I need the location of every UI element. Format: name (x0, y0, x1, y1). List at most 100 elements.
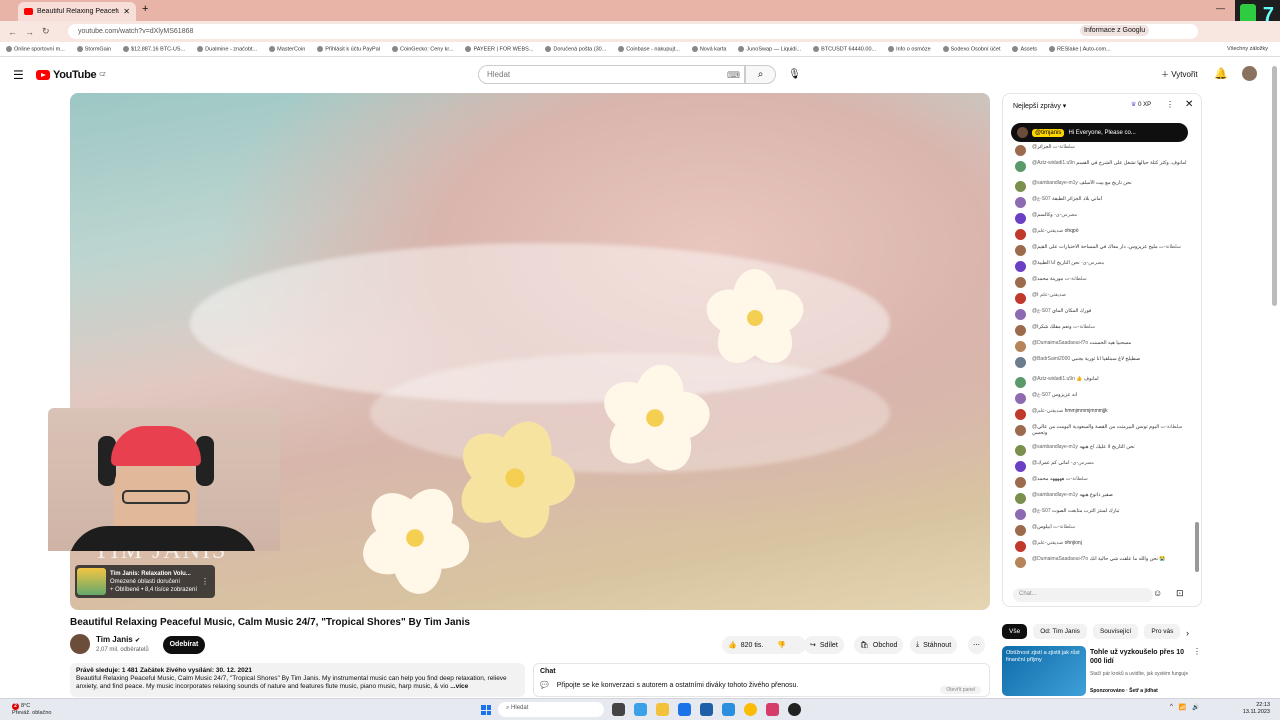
mini-video-card[interactable]: Tim Janis: Relaxation Volu... Omezené ob… (75, 565, 215, 598)
chevron-right-icon[interactable]: › (1186, 628, 1189, 638)
chat-author[interactable]: @Aziz-widadi1.u9n (1032, 160, 1075, 166)
taskbar-search[interactable]: ⌕ Hledat (498, 702, 604, 717)
bookmark-item[interactable]: Doručená pošta (30... (545, 45, 606, 52)
bookmark-item[interactable]: Přihlásit k účtu PayPal (317, 45, 380, 52)
show-more-link[interactable]: ...více (450, 683, 468, 690)
chat-message[interactable]: @sambandlaye-m1y نحن التاريخ لا عليك اخ … (1003, 444, 1193, 460)
keyboard-icon[interactable]: ⌨ (727, 70, 740, 81)
chat-author[interactable]: @ع-S07 (1032, 196, 1051, 202)
open-panel-button[interactable]: Otevřít panel (940, 686, 981, 694)
account-avatar[interactable] (1242, 66, 1257, 81)
store-icon[interactable] (700, 703, 713, 716)
bookmark-item[interactable]: MasterCoin (269, 45, 305, 52)
download-button[interactable]: ⤓ Stáhnout (910, 636, 958, 654)
bookmark-item[interactable]: Nová karta (691, 45, 726, 52)
chat-message[interactable]: @ع-S07 أماني بلاد الجزائر الطبقة (1003, 196, 1193, 212)
bookmark-item[interactable]: RESlake | Auto-com... (1049, 45, 1111, 52)
channel-name[interactable]: Tim Janis ✔ (96, 635, 140, 644)
chat-message[interactable]: @سلطانة-ت أبيلوس (1003, 524, 1193, 540)
close-chat-icon[interactable]: ✕ (1185, 99, 1193, 110)
chat-message[interactable]: @سلطانة-ت الجزائر (1003, 144, 1193, 160)
filter-chip[interactable]: Související (1092, 624, 1139, 639)
copilot-icon[interactable] (634, 703, 647, 716)
chat-author[interactable]: @sambandlaye-m1y (1032, 492, 1078, 498)
chat-message[interactable]: @سلطانة-ت هههههه محمد (1003, 476, 1193, 492)
notifications-icon[interactable]: 🔔 (1214, 67, 1228, 80)
chat-message[interactable]: @Aziz-widadi1.u9n 👍 امانوف (1003, 376, 1193, 392)
like-icon[interactable]: 👍 (728, 641, 737, 649)
chat-scrollbar[interactable] (1195, 118, 1200, 580)
chat-author[interactable]: @DumaimaSaadaoui-f7o (1032, 340, 1088, 346)
bookmark-item[interactable]: Assets (1012, 45, 1037, 52)
start-icon[interactable] (481, 705, 491, 715)
chrome-icon[interactable] (744, 703, 757, 716)
chat-message[interactable]: @صديقتي-علم hmmjmmmjmmmjjk (1003, 408, 1193, 424)
chat-author[interactable]: @ع-S07 (1032, 308, 1051, 314)
new-tab-icon[interactable]: + (142, 3, 148, 15)
share-button[interactable]: ↪ Sdílet (804, 636, 844, 654)
chat-message[interactable]: @صديقتي-علم ohqpò (1003, 228, 1193, 244)
like-count[interactable]: 820 tis. (741, 642, 764, 649)
chat-mode-select[interactable]: Nejlepší zprávy (1013, 103, 1061, 110)
filter-chip[interactable]: Vše (1002, 624, 1028, 639)
chevron-down-icon[interactable]: ▾ (1061, 102, 1067, 110)
chat-message[interactable]: @BadrSami2000 صطيلح لاغ سبتلقيا انا ثوري… (1003, 356, 1193, 376)
chat-author[interactable]: @sambandlaye-m1y (1032, 180, 1078, 186)
minimize-icon[interactable]: — (1216, 3, 1225, 13)
app-icon[interactable] (766, 703, 779, 716)
all-bookmarks[interactable]: Všechny záložky (1227, 46, 1268, 52)
rec-more-icon[interactable]: ⋮ (1193, 647, 1201, 656)
task-view-icon[interactable] (612, 703, 625, 716)
forward-icon[interactable]: → (25, 27, 34, 37)
chat-author[interactable]: @صديقتي-علم (1032, 540, 1063, 546)
channel-avatar[interactable] (70, 634, 90, 654)
chat-author[interactable]: @صديقتي-علم (1032, 228, 1063, 234)
chat-input[interactable]: Chat... (1013, 588, 1153, 602)
bookmark-item[interactable]: Dualmine - značobt... (197, 45, 257, 52)
chat-message[interactable]: @سلطانة-ت مليح عزيزوس، دار معاك في المسا… (1003, 244, 1193, 260)
xp-badge[interactable]: ♛ 0 XP (1131, 101, 1151, 108)
chat-message[interactable]: @sambandlaye-m1y نحن تاريخ مع بيت الأسلف (1003, 180, 1193, 196)
search-input[interactable]: Hledat ⌨ (478, 65, 745, 84)
chat-message[interactable]: @ع-S07 تبارك لمنتز الترب متابعت الصوت (1003, 508, 1193, 524)
bookmark-item[interactable]: BTCUSDT 64440.00... (813, 45, 876, 52)
chat-message[interactable]: @DumaimaSaadaoui-f7o مسحبيا هيه الحسنت (1003, 340, 1193, 356)
chat-author[interactable]: @صديقتي-علم (1032, 292, 1066, 298)
filter-chip[interactable]: Od: Tim Janis (1033, 624, 1087, 639)
clock[interactable]: 22:13 13.11.2023 (1232, 702, 1270, 716)
emoji-icon[interactable]: ☺ (1153, 588, 1162, 598)
chat-message[interactable]: @سلطانة-ت ونعم مقلك شكرا (1003, 324, 1193, 340)
url-field[interactable]: youtube.com/watch?v=dXlyMS61868 (68, 24, 1198, 39)
chat-message[interactable]: @مصرس-ى- نحن التاريخ أنا الطيبة (1003, 260, 1193, 276)
create-button[interactable]: ＋ Vytvořit (1155, 65, 1204, 84)
pinned-message[interactable]: @timjanis Hi Everyone, Please co... (1011, 123, 1188, 142)
close-tab-icon[interactable]: ✕ (123, 7, 130, 16)
bookmark-item[interactable]: PAYEER | FOR WEBS... (465, 45, 533, 52)
file-explorer-icon[interactable] (656, 703, 669, 716)
chat-message[interactable]: @سلطانة-ت نبورينة محمد (1003, 276, 1193, 292)
bookmark-item[interactable]: Sodexo Osobní účet (942, 45, 1000, 52)
youtube-logo[interactable]: YouTube CZ (36, 69, 106, 81)
chat-author[interactable]: @ع-S07 (1032, 392, 1051, 398)
bookmark-item[interactable]: Info o osmóze (888, 45, 931, 52)
chat-message[interactable]: @sambandlaye-m1y صقير ذاتوع هيهه (1003, 492, 1193, 508)
hamburger-menu-icon[interactable]: ☰ (13, 68, 24, 82)
more-actions-button[interactable]: ⋯ (968, 636, 985, 654)
chat-message[interactable]: @Aziz-widadi1.u9n امانوف، وكثر كتلة حيال… (1003, 160, 1193, 180)
chat-message[interactable]: @ع-S07 انه عزيزوس (1003, 392, 1193, 408)
chat-message[interactable]: @سلطانة-ت اليوم تونس البيرمنت من القصة و… (1003, 424, 1193, 444)
browser-tab[interactable]: Beautiful Relaxing Peaceful Mu... ✕ (18, 2, 136, 21)
bookmark-item[interactable]: StormGain (76, 45, 111, 52)
back-icon[interactable]: ← (8, 27, 17, 37)
chat-message[interactable]: @DumaimaSaadaoui-f7o نحن والله ما علقت ش… (1003, 556, 1193, 576)
chat-author[interactable]: @صديقتي-علم (1032, 408, 1063, 414)
chat-message[interactable]: @مصرس-ى- اماني كم عمرك (1003, 460, 1193, 476)
shop-button[interactable]: 🛍 Obchod (854, 636, 904, 654)
chat-author[interactable]: @Aziz-widadi1.u9n (1032, 376, 1075, 382)
mail-icon[interactable] (722, 703, 735, 716)
bookmark-item[interactable]: CoinGecko: Ceny kr... (391, 45, 453, 52)
bookmark-item[interactable]: Coinbase - nakupujt... (618, 45, 680, 52)
chat-author[interactable]: @sambandlaye-m1y (1032, 444, 1078, 450)
chat-author[interactable]: @DumaimaSaadaoui-f7o (1032, 556, 1088, 562)
super-chat-icon[interactable]: ⊡ (1176, 588, 1184, 599)
